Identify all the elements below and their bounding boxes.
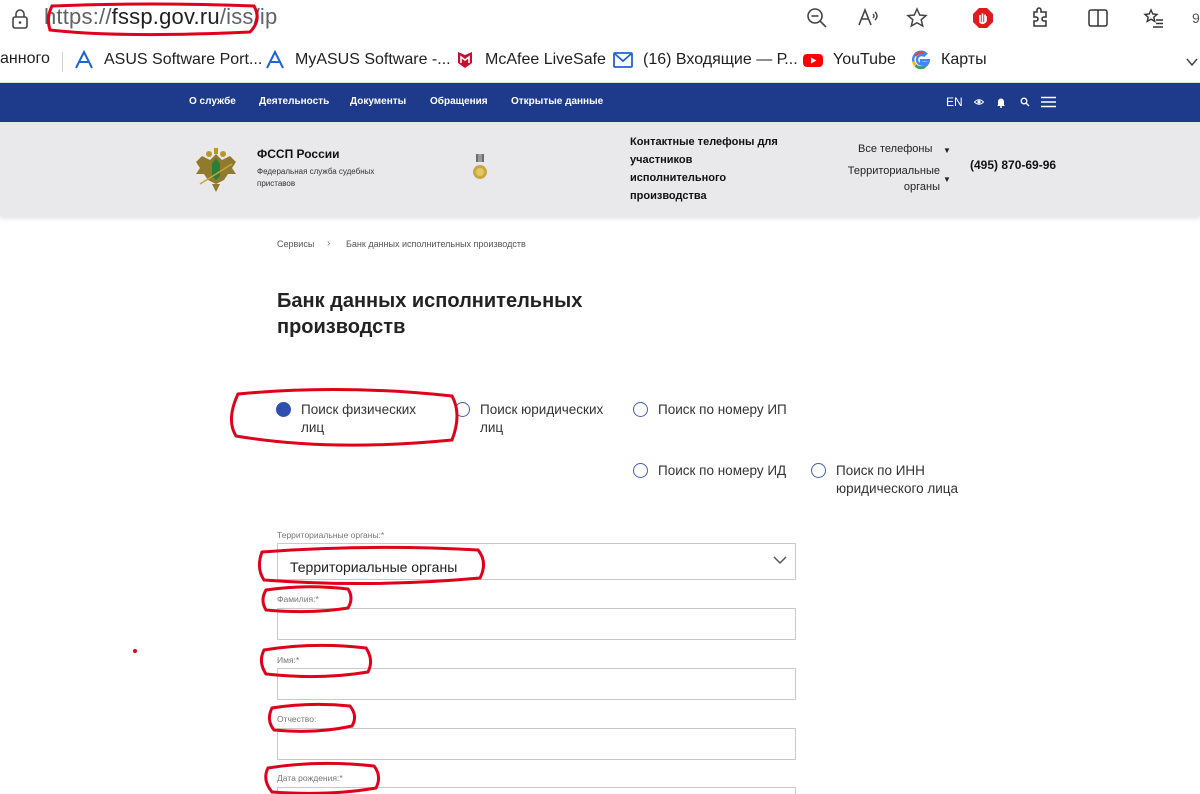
site-nav: О службе Деятельность Документы Обращени…	[0, 83, 1200, 122]
radio-label: Поиск физических лиц	[301, 402, 417, 435]
caret-down-icon: ▼	[943, 146, 951, 155]
radio-label: Поиск по ИНН юридического лица	[836, 463, 958, 496]
contacts-heading: Контактные телефоны для участников испол…	[630, 136, 778, 202]
territorial-select[interactable]: Территориальные органы	[277, 543, 796, 580]
radio-button[interactable]	[633, 402, 648, 417]
radio-search-individuals[interactable]: Поиск физических лиц	[276, 401, 436, 437]
surname-input[interactable]	[277, 608, 796, 640]
territorial-dropdown[interactable]: Территориальные органы	[828, 163, 940, 195]
org-subtitle: Федеральная служба судебных приставов	[257, 167, 375, 188]
bookmark-label: анного	[0, 50, 50, 67]
radio-search-by-ip-number[interactable]: Поиск по номеру ИП	[633, 401, 813, 419]
nav-item-about[interactable]: О службе	[189, 96, 236, 107]
url-field[interactable]: https://fssp.gov.ru/iss/ip	[44, 4, 277, 30]
bookmark-partial[interactable]: анного	[0, 50, 50, 68]
radio-button[interactable]	[811, 463, 826, 478]
annotation-dot	[133, 649, 137, 653]
radio-label: Поиск юридических лиц	[480, 402, 604, 435]
bookmark-label: (16) Входящие — Р...	[643, 51, 798, 68]
bookmarks-bar: анного ASUS Software Port... MyASUS Soft…	[0, 40, 1200, 83]
bookmark-maps[interactable]: Карты	[911, 50, 987, 70]
favorite-star-icon[interactable]	[905, 6, 929, 30]
bookmark-mcafee-livesafe[interactable]: McAfee LiveSafe	[455, 50, 606, 70]
breadcrumb-current: Банк данных исполнительных производств	[346, 239, 526, 249]
radio-search-legal-entities[interactable]: Поиск юридических лиц	[455, 401, 625, 437]
patronymic-label: Отчество:	[277, 714, 317, 724]
fssp-emblem-icon[interactable]	[190, 144, 242, 196]
site-header: ФССП России Федеральная служба судебных …	[0, 122, 1200, 216]
chevron-down-icon[interactable]	[1184, 54, 1200, 70]
radio-search-by-inn[interactable]: Поиск по ИНН юридического лица	[811, 462, 986, 498]
browser-address-bar: https://fssp.gov.ru/iss/ip 9	[0, 0, 1200, 40]
org-name: ФССП России	[257, 147, 340, 161]
bookmarks-separator	[62, 52, 63, 72]
surname-label: Фамилия:*	[277, 594, 319, 604]
toolbar-overflow-char: 9	[1192, 10, 1200, 26]
bookmark-inbox[interactable]: (16) Входящие — Р...	[613, 50, 798, 70]
url-host: fssp.gov.ru	[111, 4, 220, 29]
all-phones-label: Все телефоны	[858, 143, 933, 155]
birthdate-input[interactable]	[277, 787, 796, 794]
breadcrumb-separator: ›	[327, 238, 331, 249]
nav-item-appeals[interactable]: Обращения	[430, 96, 488, 107]
radio-label: Поиск по номеру ИД	[658, 463, 787, 478]
radio-search-by-id-number[interactable]: Поиск по номеру ИД	[633, 462, 813, 480]
name-label: Имя:*	[277, 655, 300, 665]
bookmark-label: Карты	[941, 51, 987, 68]
caret-down-icon: ▼	[943, 175, 951, 184]
eye-icon[interactable]	[974, 97, 984, 107]
medal-icon	[473, 154, 487, 179]
bookmark-label: McAfee LiveSafe	[485, 51, 606, 68]
name-input[interactable]	[277, 668, 796, 700]
all-phones-dropdown[interactable]: Все телефоны	[858, 143, 932, 155]
territorial-label: Территориальные органы:*	[277, 530, 385, 540]
url-path: /iss/ip	[219, 4, 278, 29]
bookmark-youtube[interactable]: YouTube	[803, 50, 896, 70]
birthdate-label: Дата рождения:*	[277, 773, 343, 783]
radio-button[interactable]	[633, 463, 648, 478]
adblock-icon[interactable]	[971, 6, 995, 30]
zoom-out-icon[interactable]	[805, 6, 829, 30]
page-title: Банк данных исполнительных производств	[277, 290, 583, 338]
bookmark-asus-software-portal[interactable]: ASUS Software Port...	[74, 50, 262, 70]
mcafee-icon	[455, 50, 475, 70]
patronymic-input[interactable]	[277, 728, 796, 760]
extensions-icon[interactable]	[1028, 6, 1052, 30]
mail-icon	[613, 50, 633, 70]
language-switch[interactable]: EN	[946, 95, 963, 109]
territorial-select-value: Территориальные органы	[290, 559, 458, 575]
radio-button[interactable]	[455, 402, 470, 417]
bookmark-label: ASUS Software Port...	[104, 51, 263, 68]
nav-item-activity[interactable]: Деятельность	[259, 96, 329, 107]
read-aloud-icon[interactable]	[856, 6, 880, 30]
asus-icon	[265, 50, 285, 70]
split-screen-icon[interactable]	[1086, 6, 1110, 30]
breadcrumb-services[interactable]: Сервисы	[277, 239, 314, 249]
nav-item-open-data[interactable]: Открытые данные	[511, 96, 603, 107]
menu-icon[interactable]	[1041, 96, 1056, 108]
lock-icon[interactable]	[10, 8, 30, 30]
url-scheme: https://	[44, 4, 112, 29]
bookmark-label: YouTube	[833, 51, 896, 68]
nav-item-documents[interactable]: Документы	[350, 96, 406, 107]
bell-icon[interactable]	[996, 96, 1006, 108]
favorites-list-icon[interactable]	[1142, 6, 1166, 30]
hotline-phone[interactable]: (495) 870-69-96	[970, 158, 1056, 172]
bookmark-myasus-software[interactable]: MyASUS Software -...	[265, 50, 451, 70]
radio-button-checked[interactable]	[276, 402, 291, 417]
chevron-down-icon	[773, 556, 787, 565]
radio-label: Поиск по номеру ИП	[658, 402, 787, 417]
youtube-icon	[803, 50, 823, 70]
asus-icon	[74, 50, 94, 70]
google-icon	[911, 50, 931, 70]
bookmark-label: MyASUS Software -...	[295, 51, 451, 68]
search-icon[interactable]	[1020, 97, 1030, 107]
